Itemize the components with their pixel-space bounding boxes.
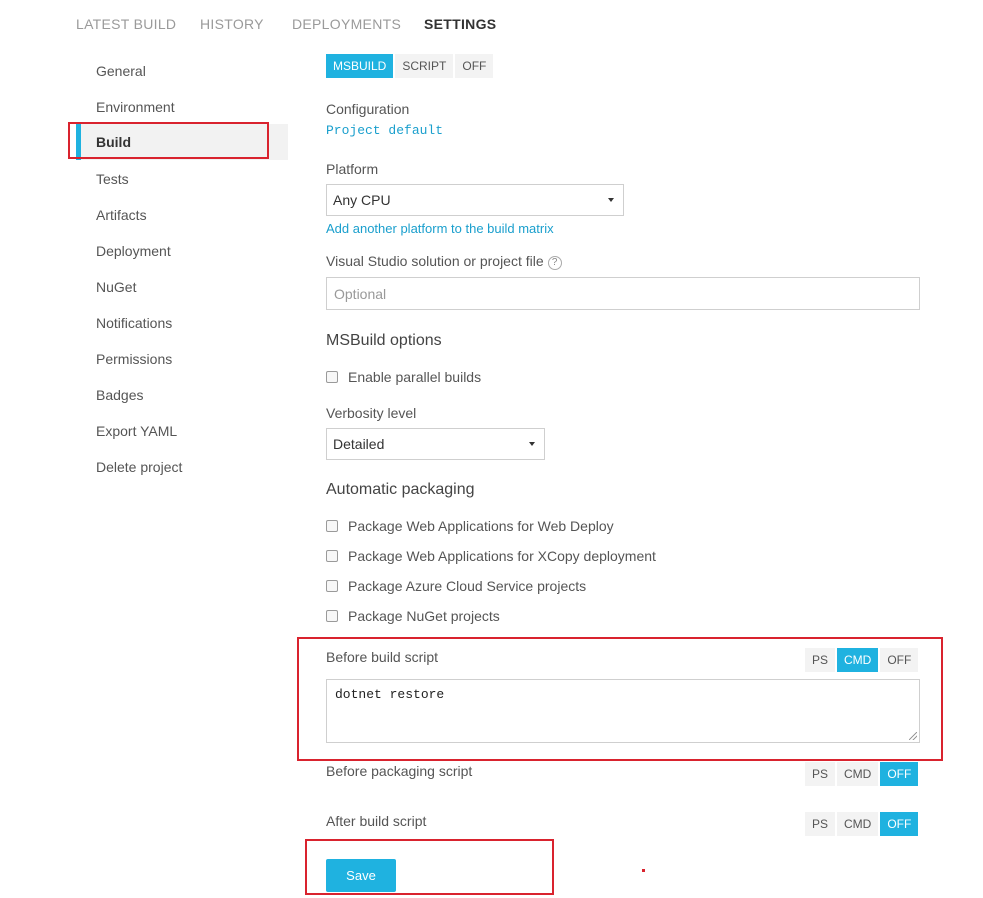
sidebar-item-badges[interactable]: Badges [76, 377, 288, 413]
package-web-deploy-label: Package Web Applications for Web Deploy [348, 518, 614, 534]
sidebar-item-artifacts[interactable]: Artifacts [76, 197, 288, 233]
sidebar-item-permissions[interactable]: Permissions [76, 341, 288, 377]
package-nuget-label: Package NuGet projects [348, 608, 500, 624]
after-build-script-label: After build script [326, 813, 427, 829]
before-packaging-script-label: Before packaging script [326, 763, 473, 779]
package-nuget-checkbox[interactable] [326, 610, 338, 622]
parallel-builds-label: Enable parallel builds [348, 369, 482, 385]
parallel-builds-row: Enable parallel builds [326, 369, 481, 385]
highlight-box-build [68, 122, 269, 159]
package-nuget-row: Package NuGet projects [326, 608, 500, 624]
help-icon[interactable]: ? [547, 256, 562, 270]
highlight-box-save [305, 839, 554, 895]
build-mode-off[interactable]: OFF [455, 54, 494, 78]
add-platform-link[interactable]: Add another platform to the build matrix [326, 221, 554, 236]
platform-select[interactable]: Any CPU [326, 184, 624, 216]
after-build-ps[interactable]: PS [805, 812, 836, 836]
solution-file-label: Visual Studio solution or project file? [326, 253, 562, 270]
platform-label: Platform [326, 161, 379, 177]
sidebar-item-general[interactable]: General [76, 53, 288, 89]
verbosity-label: Verbosity level [326, 405, 417, 421]
tab-latest-build[interactable]: LATEST BUILD [76, 16, 176, 32]
package-web-deploy-row: Package Web Applications for Web Deploy [326, 518, 614, 534]
sidebar-item-export-yaml[interactable]: Export YAML [76, 413, 288, 449]
build-mode-script[interactable]: SCRIPT [395, 54, 454, 78]
package-xcopy-row: Package Web Applications for XCopy deplo… [326, 548, 656, 564]
verbosity-value: Detailed [333, 436, 385, 452]
after-build-off[interactable]: OFF [880, 812, 919, 836]
platform-value: Any CPU [333, 192, 391, 208]
before-packaging-off[interactable]: OFF [880, 762, 919, 786]
before-packaging-cmd[interactable]: CMD [837, 762, 879, 786]
parallel-builds-checkbox[interactable] [326, 371, 338, 383]
caret-down-icon [529, 442, 535, 446]
solution-file-label-text: Visual Studio solution or project file [326, 253, 544, 269]
highlight-box-before-build-script [297, 637, 943, 761]
package-xcopy-label: Package Web Applications for XCopy deplo… [348, 548, 656, 564]
sidebar-item-tests[interactable]: Tests [76, 161, 288, 197]
sidebar-item-environment[interactable]: Environment [76, 89, 288, 125]
tab-deployments[interactable]: DEPLOYMENTS [292, 16, 401, 32]
package-xcopy-checkbox[interactable] [326, 550, 338, 562]
caret-down-icon [608, 198, 614, 202]
verbosity-select[interactable]: Detailed [326, 428, 545, 460]
package-azure-checkbox[interactable] [326, 580, 338, 592]
sidebar-item-delete-project[interactable]: Delete project [76, 449, 288, 485]
configuration-label: Configuration [326, 101, 410, 117]
before-packaging-script-toggle: PS CMD OFF [805, 762, 919, 786]
package-azure-label: Package Azure Cloud Service projects [348, 578, 587, 594]
after-build-cmd[interactable]: CMD [837, 812, 879, 836]
package-azure-row: Package Azure Cloud Service projects [326, 578, 586, 594]
automatic-packaging-heading: Automatic packaging [326, 481, 475, 498]
tab-settings[interactable]: SETTINGS [424, 16, 496, 32]
sidebar-item-notifications[interactable]: Notifications [76, 305, 288, 341]
solution-file-placeholder: Optional [334, 285, 387, 302]
configuration-value[interactable]: Project default [326, 123, 443, 138]
package-web-deploy-checkbox[interactable] [326, 520, 338, 532]
msbuild-options-heading: MSBuild options [326, 332, 442, 349]
build-mode-toggle: MSBUILD SCRIPT OFF [326, 54, 494, 78]
sidebar-item-nuget[interactable]: NuGet [76, 269, 288, 305]
build-mode-msbuild[interactable]: MSBUILD [326, 54, 394, 78]
annotation-dot [642, 869, 645, 872]
before-packaging-ps[interactable]: PS [805, 762, 836, 786]
sidebar-item-deployment[interactable]: Deployment [76, 233, 288, 269]
solution-file-input[interactable]: Optional [326, 277, 920, 310]
after-build-script-toggle: PS CMD OFF [805, 812, 919, 836]
tab-history[interactable]: HISTORY [200, 16, 264, 32]
